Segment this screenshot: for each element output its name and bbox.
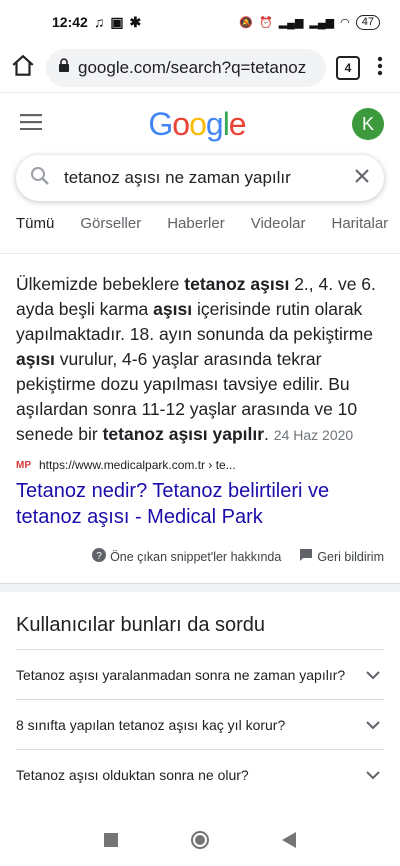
paa-question: Tetanoz aşısı yaralanmadan sonra ne zama… <box>16 666 346 683</box>
search-box[interactable]: tetanoz aşısı ne zaman yapılır <box>16 155 384 201</box>
svg-text:?: ? <box>96 551 102 562</box>
paa-question: 8 sınıfta yapılan tetanoz aşısı kaç yıl … <box>16 716 286 733</box>
people-also-ask-title: Kullanıcılar bunları da sordu <box>16 614 266 636</box>
snippet-text-5: . <box>264 424 269 444</box>
paa-item[interactable]: Tetanoz aşısı yaralanmadan sonra ne zama… <box>16 649 384 699</box>
recents-icon[interactable] <box>104 832 118 852</box>
home-icon[interactable] <box>10 53 36 84</box>
tab-maps[interactable]: Haritalar <box>332 215 389 245</box>
mute-icon: 🔕 <box>239 16 253 29</box>
avatar[interactable]: K <box>352 108 384 140</box>
source-url: https://www.medicalpark.com.tr › te... <box>39 458 236 472</box>
more-menu-icon[interactable] <box>370 54 390 83</box>
snippet-date: 24 Haz 2020 <box>273 427 354 443</box>
tab-videos[interactable]: Videolar <box>251 215 306 245</box>
hamburger-menu-icon[interactable] <box>20 113 42 135</box>
google-logo[interactable]: Google <box>148 106 246 143</box>
battery-icon: 47 <box>355 14 380 30</box>
paa-question: Tetanoz aşısı olduktan sonra ne olur? <box>16 766 249 783</box>
chevron-down-icon <box>366 767 380 783</box>
wifi-icon: ◠ <box>340 16 350 29</box>
paa-item[interactable]: 8 sınıfta yapılan tetanoz aşısı kaç yıl … <box>16 699 384 749</box>
help-icon: ? <box>92 548 107 565</box>
tab-switcher-button[interactable]: 4 <box>336 56 360 80</box>
signal-icon: ▂▄▆ <box>278 16 304 29</box>
settings-icon: ✱ <box>129 13 142 30</box>
address-bar[interactable]: google.com/search?q=tetanoz <box>46 49 326 87</box>
search-icon <box>30 166 50 191</box>
featured-snippet: Ülkemizde bebeklere tetanoz aşısı 2., 4.… <box>0 254 400 448</box>
paa-item[interactable]: Tetanoz aşısı olduktan sonra ne olur? <box>16 749 384 799</box>
alarm-icon: ⏰ <box>259 16 273 29</box>
snippet-feedback: ? Öne çıkan snippet'ler hakkında Geri bi… <box>0 530 400 565</box>
snippet-text-1: Ülkemizde bebeklere <box>16 274 185 294</box>
tab-news[interactable]: Haberler <box>167 215 225 245</box>
about-snippets-link[interactable]: ? Öne çıkan snippet'ler hakkında <box>92 548 281 565</box>
android-nav-bar <box>0 818 400 866</box>
tab-all[interactable]: Tümü <box>16 215 54 245</box>
snippet-bold-1: tetanoz aşısı <box>184 274 290 294</box>
gallery-icon: ▣ <box>110 13 124 30</box>
people-also-ask-list: Tetanoz aşısı yaralanmadan sonra ne zama… <box>16 649 384 799</box>
result-source[interactable]: MP https://www.medicalpark.com.tr › te..… <box>0 448 400 472</box>
snippet-bold-3: aşısı <box>16 349 55 369</box>
status-bar: 12:42 ♫ ▣ ✱ 🔕 ⏰ ▂▄▆ ▂▄▆ ◠ 47 <box>0 0 400 44</box>
clock: 12:42 <box>52 14 88 30</box>
chevron-down-icon <box>366 667 380 683</box>
google-header: Google K <box>0 93 400 155</box>
section-separator <box>0 583 400 592</box>
feedback-label: Geri bildirim <box>317 549 384 564</box>
feedback-link[interactable]: Geri bildirim <box>299 548 384 565</box>
url-text: google.com/search?q=tetanoz <box>78 58 307 77</box>
chevron-down-icon <box>366 717 380 733</box>
search-tabs: Tümü Görseller Haberler Videolar Harital… <box>0 215 400 245</box>
back-icon[interactable] <box>282 831 296 853</box>
feedback-icon <box>299 548 313 565</box>
tab-images[interactable]: Görseller <box>80 215 141 245</box>
lock-icon <box>58 58 70 78</box>
browser-toolbar: google.com/search?q=tetanoz 4 <box>0 44 400 92</box>
music-icon: ♫ <box>93 14 105 30</box>
site-logo: MP <box>16 459 31 471</box>
about-snippets-label: Öne çıkan snippet'ler hakkında <box>110 549 282 564</box>
clear-icon[interactable] <box>354 168 370 189</box>
signal-icon-2: ▂▄▆ <box>309 16 335 29</box>
snippet-bold-4: tetanoz aşısı yapılır <box>102 424 265 444</box>
snippet-bold-2: aşısı <box>153 299 193 319</box>
search-input[interactable]: tetanoz aşısı ne zaman yapılır <box>64 168 340 188</box>
result-title-link[interactable]: Tetanoz nedir? Tetanoz belirtileri ve te… <box>0 472 400 530</box>
home-nav-icon[interactable] <box>190 830 210 855</box>
